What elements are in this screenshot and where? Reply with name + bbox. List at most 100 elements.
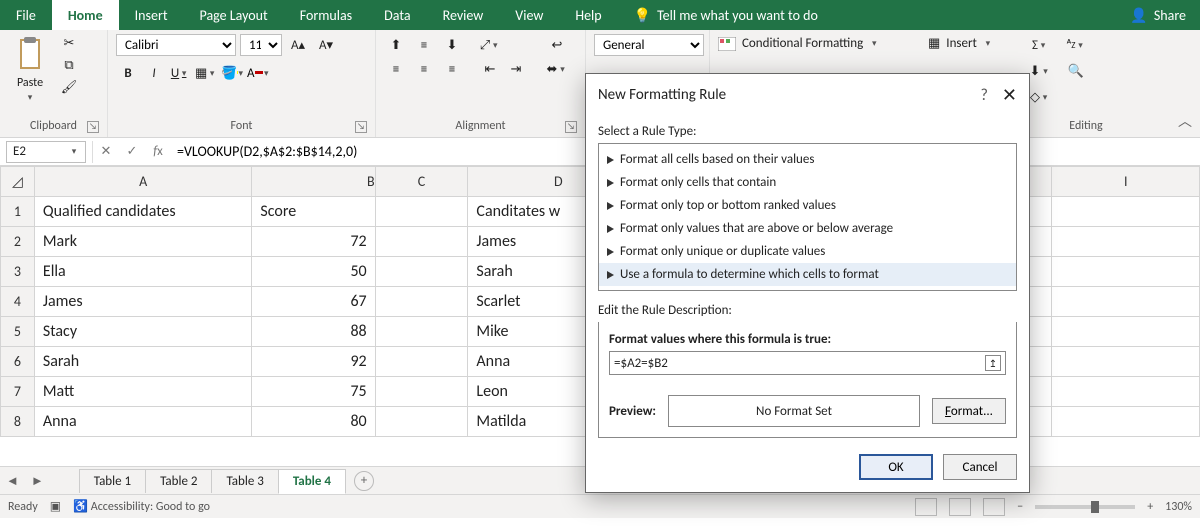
cut-button[interactable]: ✂ [58, 34, 80, 52]
align-left-button[interactable]: ≡ [384, 58, 408, 80]
wrap-text-button[interactable]: ↩ [540, 34, 574, 56]
sheet-nav-next[interactable]: ► [25, 473, 50, 489]
dialog-close-button[interactable]: ✕ [1002, 84, 1017, 106]
align-right-button[interactable]: ≡ [440, 58, 464, 80]
col-header-C[interactable]: C [375, 167, 468, 197]
alignment-launcher[interactable]: ↘ [565, 121, 577, 133]
alignment-group-label: Alignment [455, 119, 505, 133]
zoom-slider[interactable] [1035, 505, 1135, 509]
sheet-tab-1[interactable]: Table 1 [79, 469, 146, 493]
dialog-title: New Formatting Rule [598, 86, 726, 104]
font-launcher[interactable]: ↘ [355, 121, 367, 133]
tab-view[interactable]: View [499, 0, 559, 30]
orientation-button[interactable]: ⤢▾ [478, 34, 502, 56]
rule-type-item[interactable]: Format only cells that contain [599, 171, 1016, 194]
record-macro-icon[interactable]: ▣ [50, 499, 61, 514]
tab-data[interactable]: Data [368, 0, 426, 30]
sheet-tab-2[interactable]: Table 2 [145, 469, 212, 493]
arrow-icon [607, 225, 614, 233]
zoom-in-button[interactable]: + [1147, 500, 1153, 514]
rule-type-item[interactable]: Format only top or bottom ranked values [599, 194, 1016, 217]
col-header-B[interactable]: B [252, 167, 375, 197]
view-page-layout-button[interactable] [949, 498, 971, 516]
rule-type-item[interactable]: Format only unique or duplicate values [599, 240, 1016, 263]
dialog-help-button[interactable]: ? [980, 86, 987, 105]
fx-button[interactable]: fx [145, 144, 171, 159]
border-button[interactable]: ▦▾ [194, 62, 218, 84]
increase-font-button[interactable]: A▴ [286, 34, 310, 56]
share-button[interactable]: 👤Share [1116, 0, 1200, 30]
sheet-tab-4[interactable]: Table 4 [278, 469, 346, 494]
conditional-formatting-button[interactable]: Conditional Formatting▾ [718, 36, 912, 51]
zoom-out-button[interactable]: − [1017, 500, 1023, 514]
cancel-button[interactable]: Cancel [943, 454, 1017, 480]
find-select-button[interactable]: 🔍 [1062, 60, 1090, 82]
rule-type-item[interactable]: Format all cells based on their values [599, 148, 1016, 171]
range-picker-button[interactable]: ↥ [985, 355, 1001, 371]
cf-icon [718, 37, 736, 51]
italic-button[interactable]: I [142, 62, 166, 84]
align-center-button[interactable]: ≡ [412, 58, 436, 80]
new-sheet-button[interactable]: + [354, 471, 374, 491]
col-header-A[interactable]: A [34, 167, 252, 197]
decrease-indent-button[interactable]: ⇤ [478, 58, 502, 80]
ok-button[interactable]: OK [859, 454, 933, 480]
zoom-level[interactable]: 130% [1165, 500, 1192, 514]
font-color-button[interactable]: A▾ [246, 62, 270, 84]
view-page-break-button[interactable] [983, 498, 1005, 516]
name-box[interactable]: E2▾ [6, 141, 86, 163]
sheet-tab-3[interactable]: Table 3 [211, 469, 278, 493]
cancel-formula-button[interactable]: ✕ [93, 144, 119, 159]
number-format-select[interactable]: General [594, 34, 704, 56]
collapse-ribbon-button[interactable]: ︿ [1178, 111, 1192, 131]
font-size-select[interactable]: 11 [240, 34, 282, 56]
increase-indent-button[interactable]: ⇥ [504, 58, 528, 80]
underline-button[interactable]: U▾ [168, 62, 192, 84]
rule-type-item[interactable]: Format only values that are above or bel… [599, 217, 1016, 240]
sort-filter-button[interactable]: ᴬZ▾ [1062, 34, 1090, 56]
lightbulb-icon: 💡 [634, 7, 651, 24]
cells-insert-button[interactable]: ▦ Insert▾ [928, 36, 1008, 51]
tell-me[interactable]: 💡Tell me what you want to do [618, 0, 834, 30]
align-bottom-button[interactable]: ⬇ [440, 34, 464, 56]
format-painter-button[interactable]: 🖌 [58, 78, 80, 96]
paste-button[interactable]: Paste ▾ [8, 34, 52, 103]
tab-file[interactable]: File [0, 0, 52, 30]
rule-type-item-selected[interactable]: Use a formula to determine which cells t… [599, 263, 1016, 286]
arrow-icon [607, 156, 614, 164]
edit-rule-desc-label: Edit the Rule Description: [598, 303, 1017, 318]
tab-insert[interactable]: Insert [119, 0, 184, 30]
font-group-label: Font [231, 119, 253, 133]
select-rule-type-label: Select a Rule Type: [598, 124, 1017, 139]
select-all-corner[interactable]: ◿ [1, 167, 35, 197]
col-header-I[interactable]: I [1052, 167, 1200, 197]
align-middle-button[interactable]: ≡ [412, 34, 436, 56]
decrease-font-button[interactable]: A▾ [314, 34, 338, 56]
accessibility-status[interactable]: ♿ Accessibility: Good to go [73, 499, 210, 514]
tab-help[interactable]: Help [559, 0, 617, 30]
rule-type-list[interactable]: Format all cells based on their values F… [598, 143, 1017, 291]
merge-center-button[interactable]: ⬌▾ [540, 58, 574, 80]
align-top-button[interactable]: ⬆ [384, 34, 408, 56]
arrow-icon [607, 202, 614, 210]
format-preview: No Format Set [668, 395, 920, 427]
autosum-button[interactable]: Σ▾ [1024, 34, 1056, 56]
bold-button[interactable]: B [116, 62, 140, 84]
view-normal-button[interactable] [915, 498, 937, 516]
rule-formula-input[interactable]: =$A2=$B2 ↥ [609, 351, 1006, 375]
tab-formulas[interactable]: Formulas [284, 0, 368, 30]
clipboard-launcher[interactable]: ↘ [87, 121, 99, 133]
sheet-nav-prev[interactable]: ◄ [0, 473, 25, 489]
format-button[interactable]: Format... [932, 398, 1006, 424]
arrow-icon [607, 248, 614, 256]
tab-home[interactable]: Home [52, 0, 119, 30]
copy-button[interactable]: ⧉ [58, 56, 80, 74]
clipboard-icon [13, 34, 47, 74]
font-name-select[interactable]: Calibri [116, 34, 236, 56]
share-icon: 👤 [1130, 7, 1147, 24]
clipboard-group-label: Clipboard [30, 119, 77, 133]
fill-color-button[interactable]: 🪣▾ [220, 62, 244, 84]
tab-page-layout[interactable]: Page Layout [184, 0, 284, 30]
tab-review[interactable]: Review [427, 0, 500, 30]
enter-formula-button[interactable]: ✓ [119, 144, 145, 159]
